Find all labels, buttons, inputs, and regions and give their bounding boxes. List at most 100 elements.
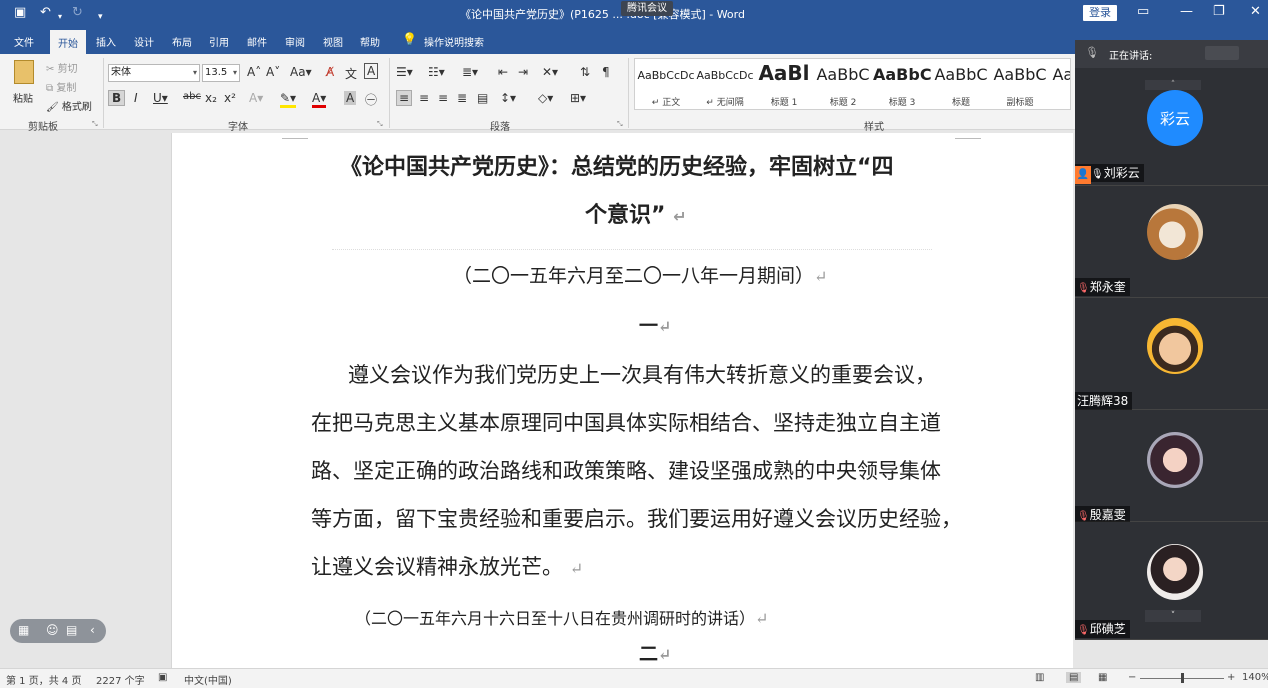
distributed-icon[interactable]: ▤	[477, 91, 488, 105]
minimize-icon[interactable]: —	[1180, 4, 1193, 19]
borders-icon[interactable]: ⊞▾	[570, 91, 586, 105]
char-border-icon[interactable]: A	[364, 63, 379, 79]
format-painter-button[interactable]: 🖌 格式刷	[46, 98, 92, 113]
participant-name-text: 刘彩云	[1103, 166, 1140, 180]
word-count[interactable]: 2227 个字	[96, 672, 145, 687]
copy-button[interactable]: ⧉ 复制	[46, 79, 76, 94]
save-icon[interactable]: ▣	[14, 5, 26, 21]
customize-qat-icon[interactable]: ▾	[98, 9, 103, 25]
underline-icon[interactable]: U▾	[153, 91, 168, 105]
style-title[interactable]: AaBbC 标题	[932, 59, 990, 109]
tell-me-search[interactable]: 操作说明搜索	[424, 34, 484, 49]
style-normal[interactable]: AaBbCcDc ↵ 正文	[637, 59, 695, 109]
participant-tile[interactable]: 🎙郑永奎	[1075, 186, 1268, 298]
participant-tile[interactable]: ˅ 🎙邱碘芝	[1075, 522, 1268, 640]
login-button[interactable]: 登录	[1083, 5, 1117, 21]
style-subtle[interactable]: AaBbC 不明	[1050, 59, 1070, 109]
proofing-icon[interactable]: ▣	[158, 672, 167, 683]
meeting-badge: 腾讯会议	[621, 1, 673, 16]
highlight-icon[interactable]: ✎▾	[280, 91, 297, 108]
chinese-layout-icon[interactable]: ✕▾	[542, 65, 558, 79]
restore-icon[interactable]: ❐	[1213, 4, 1225, 19]
participant-tile[interactable]: 汪腾辉38	[1075, 298, 1268, 410]
grid-icon[interactable]: ▦	[18, 623, 29, 637]
char-shading-icon[interactable]: A	[344, 91, 357, 105]
justify-icon[interactable]: ≣	[457, 91, 467, 105]
align-center-icon[interactable]: ≡	[419, 91, 429, 105]
text-effects-icon[interactable]: A▾	[249, 91, 263, 105]
zoom-out-icon[interactable]: −	[1128, 672, 1136, 683]
close-icon[interactable]: ✕	[1250, 4, 1261, 19]
decrease-indent-icon[interactable]: ⇤	[498, 65, 508, 79]
tab-layout[interactable]: 布局	[172, 34, 192, 49]
bullets-icon[interactable]: ☰▾	[396, 65, 413, 79]
zoom-level[interactable]: 140%	[1242, 672, 1268, 683]
participant-tile[interactable]: 🎙殷嘉雯	[1075, 410, 1268, 524]
zoom-thumb[interactable]	[1181, 673, 1184, 683]
tab-references[interactable]: 引用	[209, 34, 229, 49]
cut-button[interactable]: ✂ 剪切	[46, 60, 78, 75]
shading-icon[interactable]: ◇▾	[538, 91, 553, 105]
undo-dropdown-icon[interactable]: ▾	[58, 9, 62, 25]
read-mode-icon[interactable]: ▥	[1035, 672, 1044, 683]
collapse-icon[interactable]: ‹	[90, 623, 95, 637]
ribbon-display-icon[interactable]: ▭	[1137, 4, 1149, 19]
scroll-up-icon[interactable]: ˄	[1145, 80, 1201, 90]
tab-home[interactable]: 开始	[50, 30, 86, 54]
style-heading-3[interactable]: AaBbC 标题 3	[873, 59, 931, 109]
show-marks-icon[interactable]: ¶	[602, 65, 610, 79]
tab-help[interactable]: 帮助	[360, 34, 380, 49]
undo-icon[interactable]: ↶	[40, 5, 51, 21]
numbering-icon[interactable]: ☷▾	[428, 65, 445, 79]
change-case-icon[interactable]: Aa▾	[290, 65, 312, 79]
body-line-4: 等方面，留下宝贵经验和重要启示。我们要运用好遵义会议历史经验，	[311, 507, 962, 531]
enclose-char-icon[interactable]: ㊀	[365, 91, 377, 108]
face-icon[interactable]: ☺	[46, 623, 59, 637]
shrink-font-icon[interactable]: A˅	[266, 65, 280, 79]
superscript-icon[interactable]: x²	[224, 91, 236, 105]
web-layout-icon[interactable]: ▦	[1098, 672, 1107, 683]
tab-mailings[interactable]: 邮件	[247, 34, 267, 49]
font-name-select[interactable]: 宋体 ▾	[108, 64, 200, 82]
line-spacing-icon[interactable]: ↕▾	[500, 91, 516, 105]
clipboard-launcher-icon[interactable]: ⤡	[92, 120, 98, 129]
redo-icon[interactable]: ↻	[72, 5, 83, 21]
zoom-in-icon[interactable]: +	[1227, 672, 1235, 683]
italic-icon[interactable]: I	[134, 91, 138, 105]
style-subtitle[interactable]: AaBbC 副标题	[991, 59, 1049, 109]
font-size-select[interactable]: 13.5 ▾	[202, 64, 240, 82]
font-color-icon[interactable]: A▾	[312, 91, 327, 108]
tab-design[interactable]: 设计	[134, 34, 154, 49]
language[interactable]: 中文(中国)	[184, 672, 232, 687]
bold-icon[interactable]: B	[108, 90, 126, 106]
paragraph-launcher-icon[interactable]: ⤡	[617, 120, 623, 129]
tab-view[interactable]: 视图	[323, 34, 343, 49]
align-left-icon[interactable]: ≡	[396, 90, 413, 106]
phonetic-guide-icon[interactable]: 文	[345, 65, 357, 82]
print-layout-icon[interactable]: ▤	[1066, 672, 1082, 683]
scroll-down-icon[interactable]: ˅	[1145, 610, 1201, 622]
chevron-down-icon: ▾	[232, 68, 237, 77]
margin-corner	[955, 133, 981, 139]
align-right-icon[interactable]: ≡	[438, 91, 448, 105]
increase-indent-icon[interactable]: ⇥	[518, 65, 528, 79]
strikethrough-icon[interactable]: abc	[183, 91, 201, 102]
style-no-spacing[interactable]: AaBbCcDc ↵ 无间隔	[696, 59, 754, 109]
page-count[interactable]: 第 1 页，共 4 页	[6, 672, 81, 687]
clear-format-icon[interactable]: A̸	[326, 65, 334, 79]
style-heading-1[interactable]: AaBl 标题 1	[755, 59, 813, 109]
chat-icon[interactable]: ▤	[66, 623, 77, 637]
participant-tile[interactable]: ˄ 彩云 👤 🎙刘彩云	[1075, 68, 1268, 186]
document-page[interactable]: 《论中国共产党历史》：总结党的历史经验，牢固树立“四 个意识” ↵ （二〇一五年…	[171, 133, 1073, 668]
font-launcher-icon[interactable]: ⤡	[377, 120, 383, 129]
style-sample: AaBbCcDc	[696, 69, 754, 82]
paste-button[interactable]: 粘贴	[10, 60, 38, 110]
tab-review[interactable]: 审阅	[285, 34, 305, 49]
subscript-icon[interactable]: x₂	[205, 91, 217, 105]
style-heading-2[interactable]: AaBbC 标题 2	[814, 59, 872, 109]
grow-font-icon[interactable]: A˄	[247, 65, 261, 79]
tab-file[interactable]: 文件	[14, 34, 34, 49]
multilevel-list-icon[interactable]: ≣▾	[462, 65, 478, 79]
sort-icon[interactable]: ⇅	[580, 65, 590, 79]
tab-insert[interactable]: 插入	[96, 34, 116, 49]
